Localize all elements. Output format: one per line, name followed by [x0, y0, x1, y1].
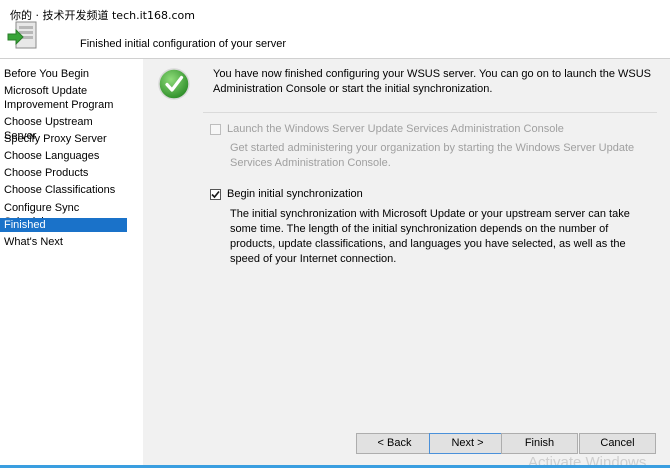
intro-text: You have now finished configuring your W… [213, 68, 652, 95]
content-separator [203, 112, 657, 113]
page-title: Finished initial configuration of your s… [80, 38, 287, 50]
nav-item-choose-products[interactable]: Choose Products [0, 166, 127, 180]
nav-item-specify-proxy-server[interactable]: Specify Proxy Server [0, 132, 127, 146]
launch-console-checkbox[interactable] [210, 124, 221, 135]
begin-sync-label: Begin initial synchronization [227, 188, 363, 200]
wizard-steps-nav: Before You Begin Microsoft Update Improv… [0, 59, 143, 465]
nav-item-whats-next[interactable]: What's Next [0, 235, 127, 249]
begin-sync-description: The initial synchronization with Microso… [230, 208, 630, 265]
activate-windows-watermark: Activate Windows [528, 454, 647, 471]
cancel-button[interactable]: Cancel [579, 433, 656, 454]
launch-console-description: Get started administering your organizat… [230, 142, 635, 169]
begin-sync-checkbox[interactable] [210, 189, 221, 200]
wizard-header: 你的 · 技术开发频道 tech.it168.com Finished init… [0, 0, 670, 58]
next-button[interactable]: Next > [429, 433, 506, 454]
checkmark-icon [211, 190, 220, 199]
green-checkmark-icon [158, 68, 190, 100]
launch-console-label: Launch the Windows Server Update Service… [227, 123, 564, 135]
nav-item-choose-languages[interactable]: Choose Languages [0, 149, 127, 163]
content-panel: You have now finished configuring your W… [143, 59, 670, 465]
nav-item-before-you-begin[interactable]: Before You Begin [0, 67, 127, 81]
nav-item-finished[interactable]: Finished [0, 218, 127, 232]
nav-item-choose-classifications[interactable]: Choose Classifications [0, 183, 127, 197]
nav-item-microsoft-update-improvement[interactable]: Microsoft Update Improvement Program [0, 84, 127, 112]
finish-button[interactable]: Finish [501, 433, 578, 454]
wizard-server-icon [6, 20, 40, 52]
back-button[interactable]: < Back [356, 433, 433, 454]
